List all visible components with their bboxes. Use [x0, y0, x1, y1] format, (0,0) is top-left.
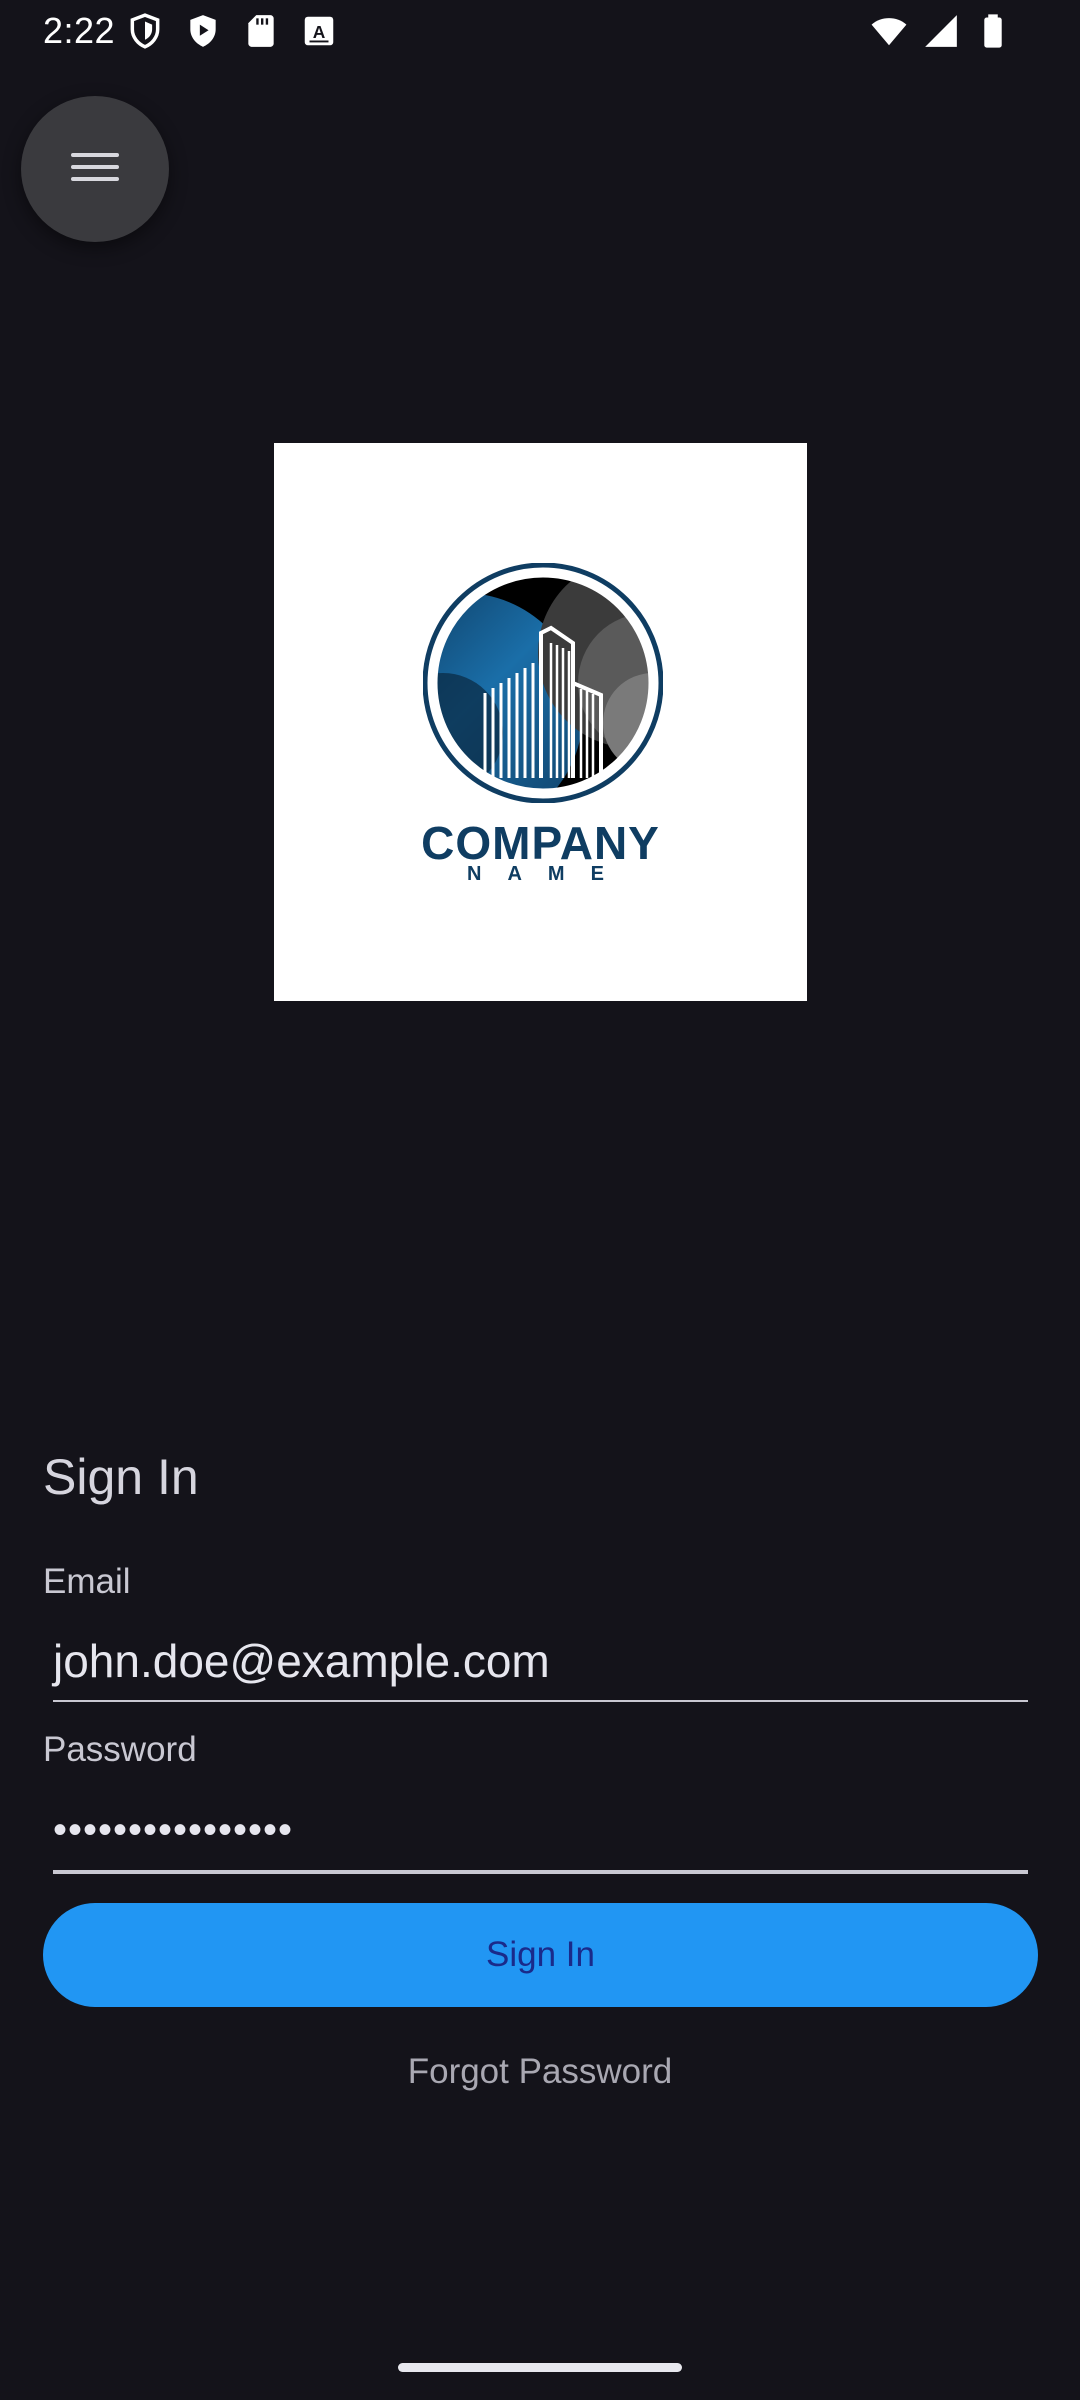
- status-notification-icons: A: [126, 12, 338, 50]
- menu-button[interactable]: [21, 96, 169, 242]
- status-system-icons: [870, 12, 1012, 50]
- logo-company-text: COMPANY: [421, 817, 660, 869]
- email-label: Email: [43, 1562, 131, 1601]
- login-screen: 2:22 A COMPANY NAME Sign In Email john.d…: [0, 0, 1080, 2400]
- company-logo: COMPANY NAME: [274, 443, 807, 1001]
- password-value: ••••••••••••••••: [53, 1808, 294, 1852]
- sign-in-heading: Sign In: [43, 1449, 199, 1505]
- keyboard-a-icon: A: [300, 12, 338, 50]
- svg-text:A: A: [313, 22, 326, 42]
- sign-in-button[interactable]: Sign In: [43, 1903, 1038, 2007]
- shield-icon: [126, 12, 164, 50]
- home-indicator[interactable]: [398, 2363, 682, 2372]
- status-bar: 2:22 A: [0, 0, 1080, 62]
- status-time: 2:22: [43, 10, 116, 51]
- password-label: Password: [43, 1730, 197, 1769]
- email-field[interactable]: john.doe@example.com: [53, 1628, 1028, 1702]
- password-field[interactable]: ••••••••••••••••: [53, 1798, 1028, 1874]
- forgot-password-link[interactable]: Forgot Password: [0, 2052, 1080, 2092]
- sd-card-icon: [242, 12, 280, 50]
- battery-icon: [974, 12, 1012, 50]
- logo-name-text: NAME: [467, 863, 630, 885]
- wifi-icon: [870, 12, 908, 50]
- hamburger-menu-icon: [69, 147, 121, 192]
- signal-icon: [922, 12, 960, 50]
- building-logo-icon: [422, 562, 664, 804]
- email-value: john.doe@example.com: [53, 1635, 550, 1687]
- play-protect-icon: [184, 12, 222, 50]
